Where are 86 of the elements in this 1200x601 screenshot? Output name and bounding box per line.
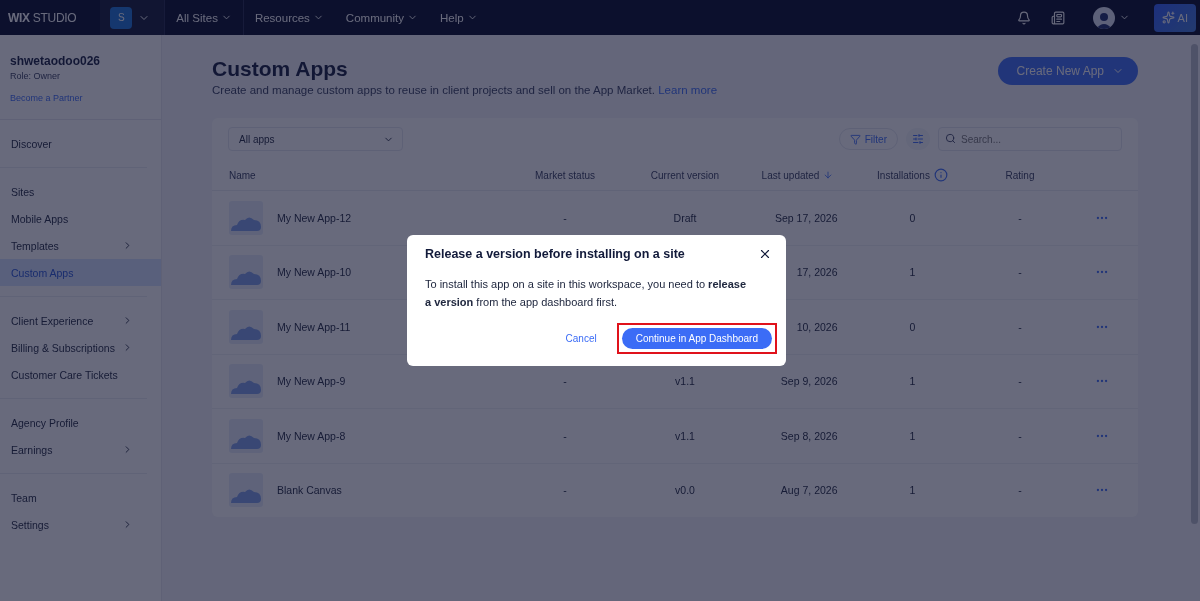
dialog-title: Release a version before installing on a site xyxy=(425,247,685,261)
sliders-icon xyxy=(912,133,924,145)
version: v1.1 xyxy=(675,375,695,388)
partner-link[interactable]: Become a Partner xyxy=(10,93,151,103)
image-placeholder-icon xyxy=(229,255,263,290)
app-name[interactable]: My New App-8 xyxy=(277,429,346,442)
sidebar-item[interactable]: Templates xyxy=(0,232,147,259)
market-status: - xyxy=(563,429,567,442)
app-name[interactable]: My New App-9 xyxy=(277,375,346,388)
rating: - xyxy=(1018,375,1022,388)
app-name[interactable]: Blank Canvas xyxy=(277,484,342,497)
sparkle-icon xyxy=(1161,11,1175,24)
close-button[interactable] xyxy=(758,247,772,261)
sidebar-item[interactable]: Sites xyxy=(0,178,147,205)
column-header: Current version xyxy=(649,169,721,181)
nav-menu[interactable]: Community xyxy=(334,0,429,35)
filter-icon xyxy=(849,133,861,145)
app-name[interactable]: My New App-10 xyxy=(277,266,352,279)
info-icon[interactable] xyxy=(933,168,948,182)
rating: - xyxy=(1018,320,1022,333)
installations-count: 1 xyxy=(909,429,916,442)
sidebar-item[interactable]: Billing & Subscriptions xyxy=(0,334,147,361)
column-header: Rating xyxy=(1004,169,1036,181)
installations-count: 0 xyxy=(909,320,916,333)
page-title: Custom Apps xyxy=(212,57,349,81)
rating: - xyxy=(1018,429,1022,442)
version: Draft xyxy=(673,211,697,224)
version: v0.0 xyxy=(675,484,695,497)
last-updated-date: 17, 2026 xyxy=(795,266,838,279)
avatar-icon[interactable] xyxy=(1092,6,1115,29)
installations-count: 0 xyxy=(909,211,916,224)
market-status: - xyxy=(563,375,567,388)
image-placeholder-icon xyxy=(229,473,263,508)
user-role: Role: Owner xyxy=(10,71,62,81)
rating: - xyxy=(1018,266,1022,279)
sidebar-item[interactable]: Agency Profile xyxy=(0,409,147,436)
page-subtitle: Create and manage custom apps to reuse in client projects and sell on the App Market. Learn more xyxy=(212,84,718,96)
dialog-message: To install this app on a site in this workspace, you need to release a version from the app dashboard first. xyxy=(425,277,748,310)
last-updated-date: Sep 9, 2026 xyxy=(779,375,838,388)
create-app-button[interactable]: Create New App xyxy=(997,57,1138,85)
nav-menu[interactable]: Resources xyxy=(243,0,335,35)
apps-filter-select[interactable]: All apps xyxy=(228,127,403,151)
image-placeholder-icon xyxy=(229,309,263,344)
learn-more-link[interactable]: Learn more xyxy=(658,84,718,96)
image-placeholder-icon xyxy=(229,200,263,235)
sidebar-item[interactable]: Client Experience xyxy=(0,307,147,334)
sidebar-item[interactable]: Team xyxy=(0,484,147,511)
search-icon xyxy=(945,133,956,144)
sliders-button[interactable] xyxy=(906,128,930,150)
sidebar-item[interactable]: Mobile Apps xyxy=(0,205,147,232)
sidebar-item[interactable]: Custom Apps xyxy=(0,259,161,286)
last-updated-date: 10, 2026 xyxy=(795,320,838,333)
image-placeholder-icon xyxy=(229,418,263,453)
close-icon xyxy=(758,247,772,261)
sidebar-item[interactable]: Earnings xyxy=(0,436,147,463)
sidebar-item[interactable]: Customer Care Tickets xyxy=(0,361,147,388)
sort-down-icon xyxy=(823,170,834,180)
nav-menu[interactable]: All Sites xyxy=(165,0,244,35)
filter-button[interactable]: Filter xyxy=(838,128,898,150)
installations-count: 1 xyxy=(909,266,916,279)
image-placeholder-icon xyxy=(229,364,263,399)
market-status: - xyxy=(563,484,567,497)
ai-button[interactable]: AI xyxy=(1153,3,1196,32)
workspace-badge: S xyxy=(110,6,133,29)
nav-menu[interactable]: Help xyxy=(429,0,489,35)
installations-count: 1 xyxy=(909,375,916,388)
user-name: shwetaodoo026 xyxy=(10,54,102,68)
installations-count: 1 xyxy=(909,484,916,497)
market-status: - xyxy=(563,211,567,224)
sidebar-item[interactable]: Settings xyxy=(0,511,147,538)
column-header: Market status xyxy=(534,169,596,181)
rating: - xyxy=(1018,484,1022,497)
last-updated-date: Sep 17, 2026 xyxy=(774,211,838,224)
column-header: Installations xyxy=(850,168,975,182)
last-updated-date: Aug 7, 2026 xyxy=(779,484,838,497)
app-name[interactable]: My New App-12 xyxy=(277,211,352,224)
workspace-switcher[interactable]: S xyxy=(100,0,166,35)
app-name[interactable]: My New App-11 xyxy=(277,320,351,333)
column-header: Name xyxy=(228,169,257,181)
continue-button[interactable]: Continue in App Dashboard xyxy=(621,328,772,349)
sidebar-item[interactable]: Discover xyxy=(0,130,147,157)
rating: - xyxy=(1018,211,1022,224)
version: v1.1 xyxy=(675,429,695,442)
cancel-link[interactable]: Cancel xyxy=(555,333,607,344)
last-updated-date: Sep 8, 2026 xyxy=(779,429,838,442)
column-header[interactable]: Last updated xyxy=(745,169,850,181)
